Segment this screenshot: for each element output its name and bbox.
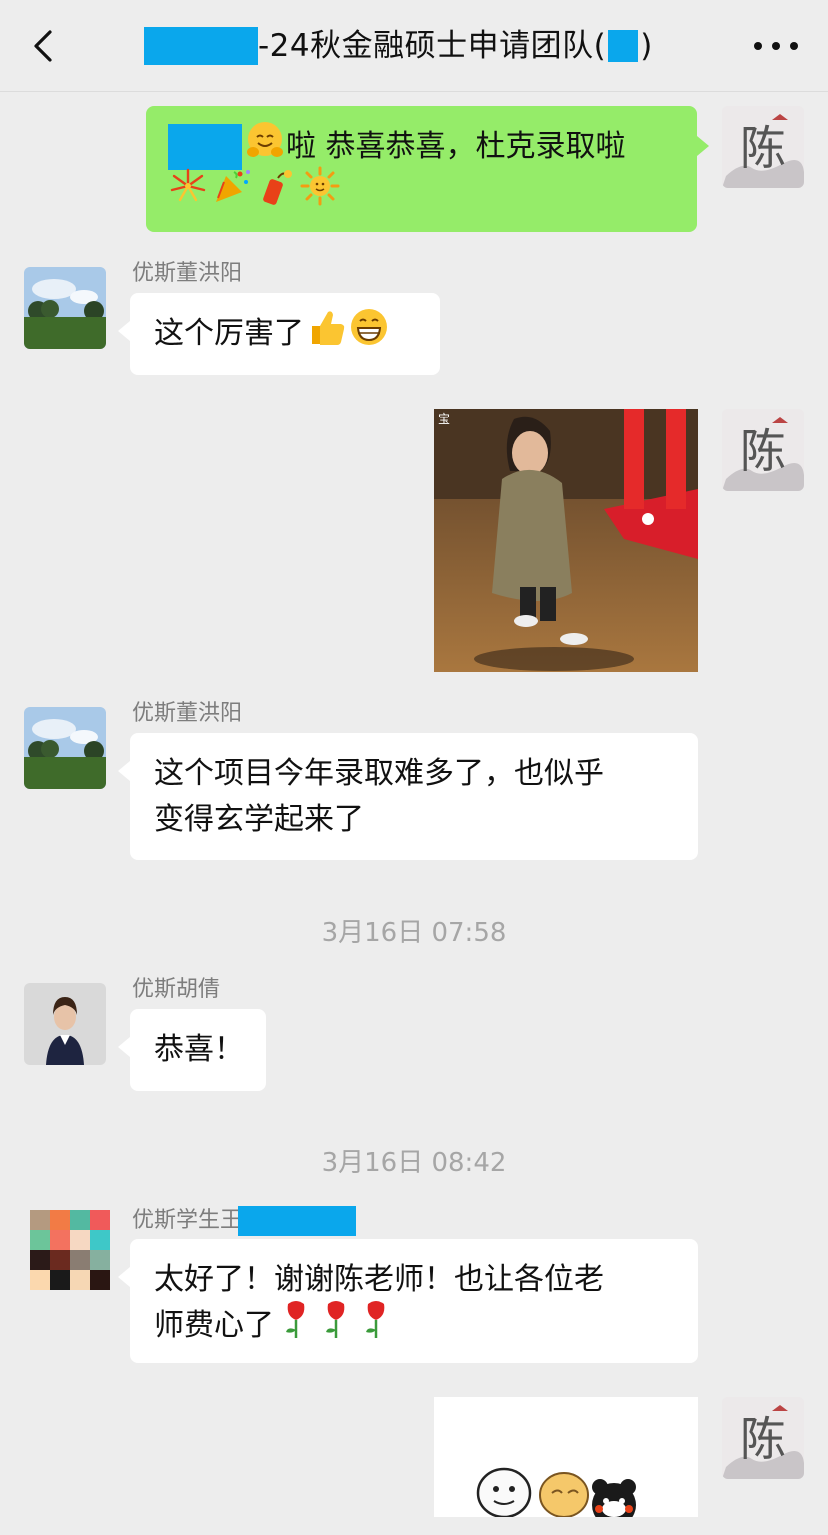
sticker-message[interactable] (434, 1397, 698, 1517)
sender-name: 优斯学生王 (132, 1206, 357, 1236)
message-text-line: 变得玄学起来了 (154, 802, 364, 837)
message-text-line: 这个项目今年录取难多了，也似乎 (154, 756, 604, 791)
sender-name-text: 优斯学生王 (132, 1208, 243, 1233)
message-text: 啦 恭喜恭喜，杜克录取啦 (286, 129, 626, 164)
avatar-glyph: 陈 (740, 1412, 786, 1466)
avatar-glyph: 陈 (740, 121, 786, 175)
redacted-block (238, 1206, 357, 1236)
redacted-block (144, 27, 258, 65)
rose-icon (276, 1298, 316, 1354)
more-options-icon[interactable] (754, 32, 798, 60)
fireworks-icon (168, 166, 208, 220)
message-text: 这个厉害了 (154, 316, 304, 351)
party-popper-icon (212, 166, 252, 220)
avatar-self[interactable]: 陈 (722, 1397, 804, 1479)
message-bubble[interactable]: 太好了！谢谢陈老师！也让各位老 师费心了 (118, 1239, 698, 1363)
avatar-glyph: 陈 (740, 424, 786, 478)
avatar-hu[interactable] (24, 983, 106, 1065)
avatar-self[interactable]: 陈 (722, 409, 804, 491)
grinning-face-icon (348, 306, 390, 362)
chat-title-close: ) (640, 28, 653, 64)
chat-title: -24秋金融硕士申请团队( ) (144, 26, 653, 66)
thumbs-up-icon (306, 306, 348, 362)
back-arrow-icon[interactable] (22, 24, 66, 68)
rose-icon (356, 1298, 396, 1354)
message-bubble[interactable]: 恭喜！ (118, 1009, 266, 1091)
message-bubble-self[interactable]: 啦 恭喜恭喜，杜克录取啦 (146, 106, 709, 232)
avatar-dong[interactable] (24, 707, 106, 789)
avatar-student[interactable] (30, 1210, 110, 1290)
timestamp: 3月16日 07:58 (321, 918, 507, 948)
rose-icon (316, 1298, 356, 1354)
message-text-line: 师费心了 (154, 1308, 274, 1343)
chat-title-text: -24秋金融硕士申请团队( (258, 28, 607, 64)
redacted-block (608, 30, 639, 62)
timestamp: 3月16日 08:42 (321, 1148, 507, 1178)
sun-icon (300, 166, 340, 220)
redacted-block (168, 124, 242, 170)
message-bubble[interactable]: 这个厉害了 (118, 293, 440, 375)
message-text: 恭喜！ (154, 1032, 244, 1067)
sender-name: 优斯董洪阳 (132, 261, 243, 286)
image-message[interactable]: 宝 (434, 409, 698, 672)
avatar-dong[interactable] (24, 267, 106, 349)
image-caption: 宝 (438, 412, 450, 426)
sender-name: 优斯胡倩 (132, 977, 221, 1002)
chat-header: -24秋金融硕士申请团队( ) (0, 0, 828, 92)
message-bubble[interactable]: 这个项目今年录取难多了，也似乎 变得玄学起来了 (118, 733, 698, 860)
sender-name: 优斯董洪阳 (132, 701, 243, 726)
avatar-self[interactable]: 陈 (722, 106, 804, 188)
firecracker-icon (256, 166, 296, 220)
message-text-line: 太好了！谢谢陈老师！也让各位老 (154, 1262, 604, 1297)
